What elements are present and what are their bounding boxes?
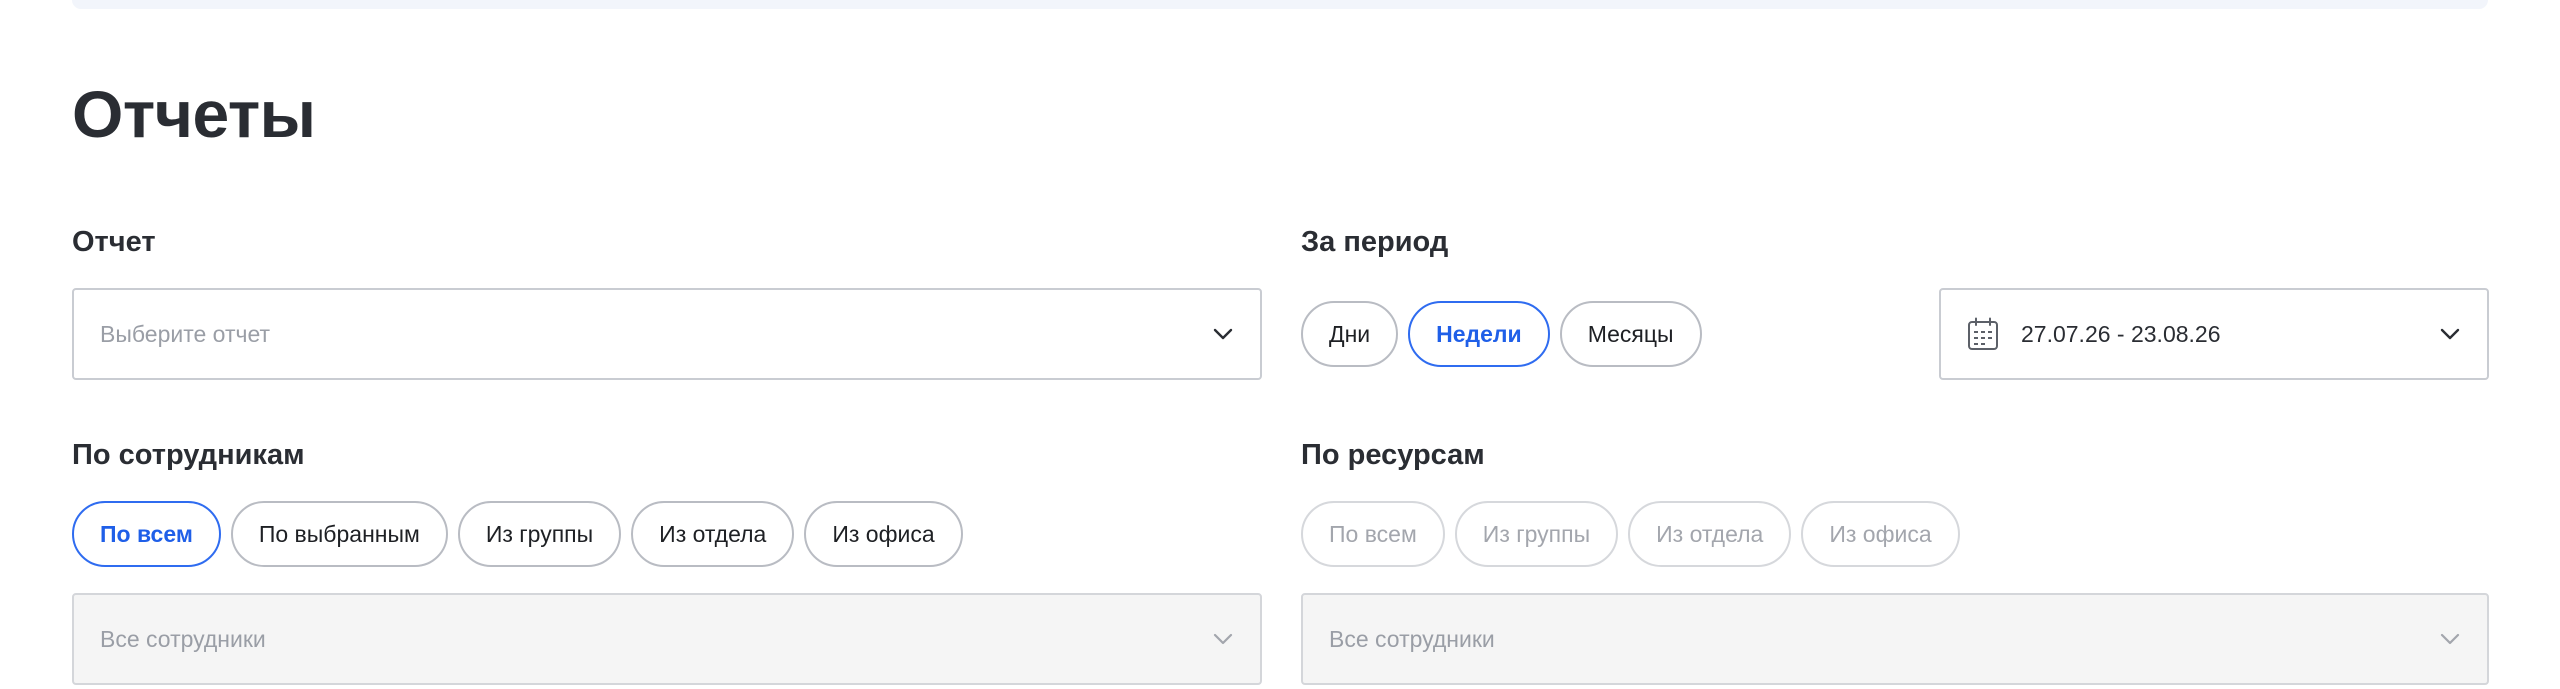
employees-option-selected[interactable]: По выбранным [230, 501, 448, 567]
resources-option-all[interactable]: По всем [1301, 501, 1445, 567]
resources-label: По ресурсам [1301, 439, 1485, 471]
report-select[interactable]: Выберите отчет [72, 288, 1262, 380]
resources-select[interactable]: Все сотрудники [1301, 593, 2489, 685]
resources-option-office[interactable]: Из офиса [1801, 501, 1960, 567]
employees-option-group[interactable]: Из группы [457, 501, 622, 567]
period-label: За период [1301, 226, 1449, 258]
employees-option-department[interactable]: Из отдела [631, 501, 795, 567]
employees-select-placeholder: Все сотрудники [100, 625, 266, 652]
resources-option-group[interactable]: Из группы [1454, 501, 1619, 567]
date-range-select[interactable]: 27.07.26 - 23.08.26 [1939, 288, 2489, 380]
resources-select-placeholder: Все сотрудники [1329, 625, 1495, 652]
page-title: Отчеты [72, 77, 316, 151]
employees-option-all[interactable]: По всем [72, 501, 221, 567]
chevron-down-icon [2439, 628, 2461, 650]
period-option-months[interactable]: Месяцы [1559, 301, 1702, 367]
employees-label: По сотрудникам [72, 439, 305, 471]
period-options: Дни Недели Месяцы [1301, 301, 1702, 367]
resources-option-department[interactable]: Из отдела [1628, 501, 1792, 567]
chevron-down-icon [1212, 628, 1234, 650]
period-option-days[interactable]: Дни [1301, 301, 1399, 367]
chevron-down-icon [2439, 323, 2461, 345]
top-panel-edge [72, 0, 2488, 9]
report-label: Отчет [72, 226, 156, 258]
report-select-placeholder: Выберите отчет [100, 320, 271, 347]
employees-options: По всем По выбранным Из группы Из отдела… [72, 501, 963, 567]
employees-select[interactable]: Все сотрудники [72, 593, 1262, 685]
calendar-icon [1967, 317, 2001, 351]
period-option-weeks[interactable]: Недели [1408, 301, 1550, 367]
employees-option-office[interactable]: Из офиса [804, 501, 963, 567]
date-range-value: 27.07.26 - 23.08.26 [2021, 320, 2221, 347]
chevron-down-icon [1212, 323, 1234, 345]
resources-options: По всем Из группы Из отдела Из офиса [1301, 501, 1960, 567]
